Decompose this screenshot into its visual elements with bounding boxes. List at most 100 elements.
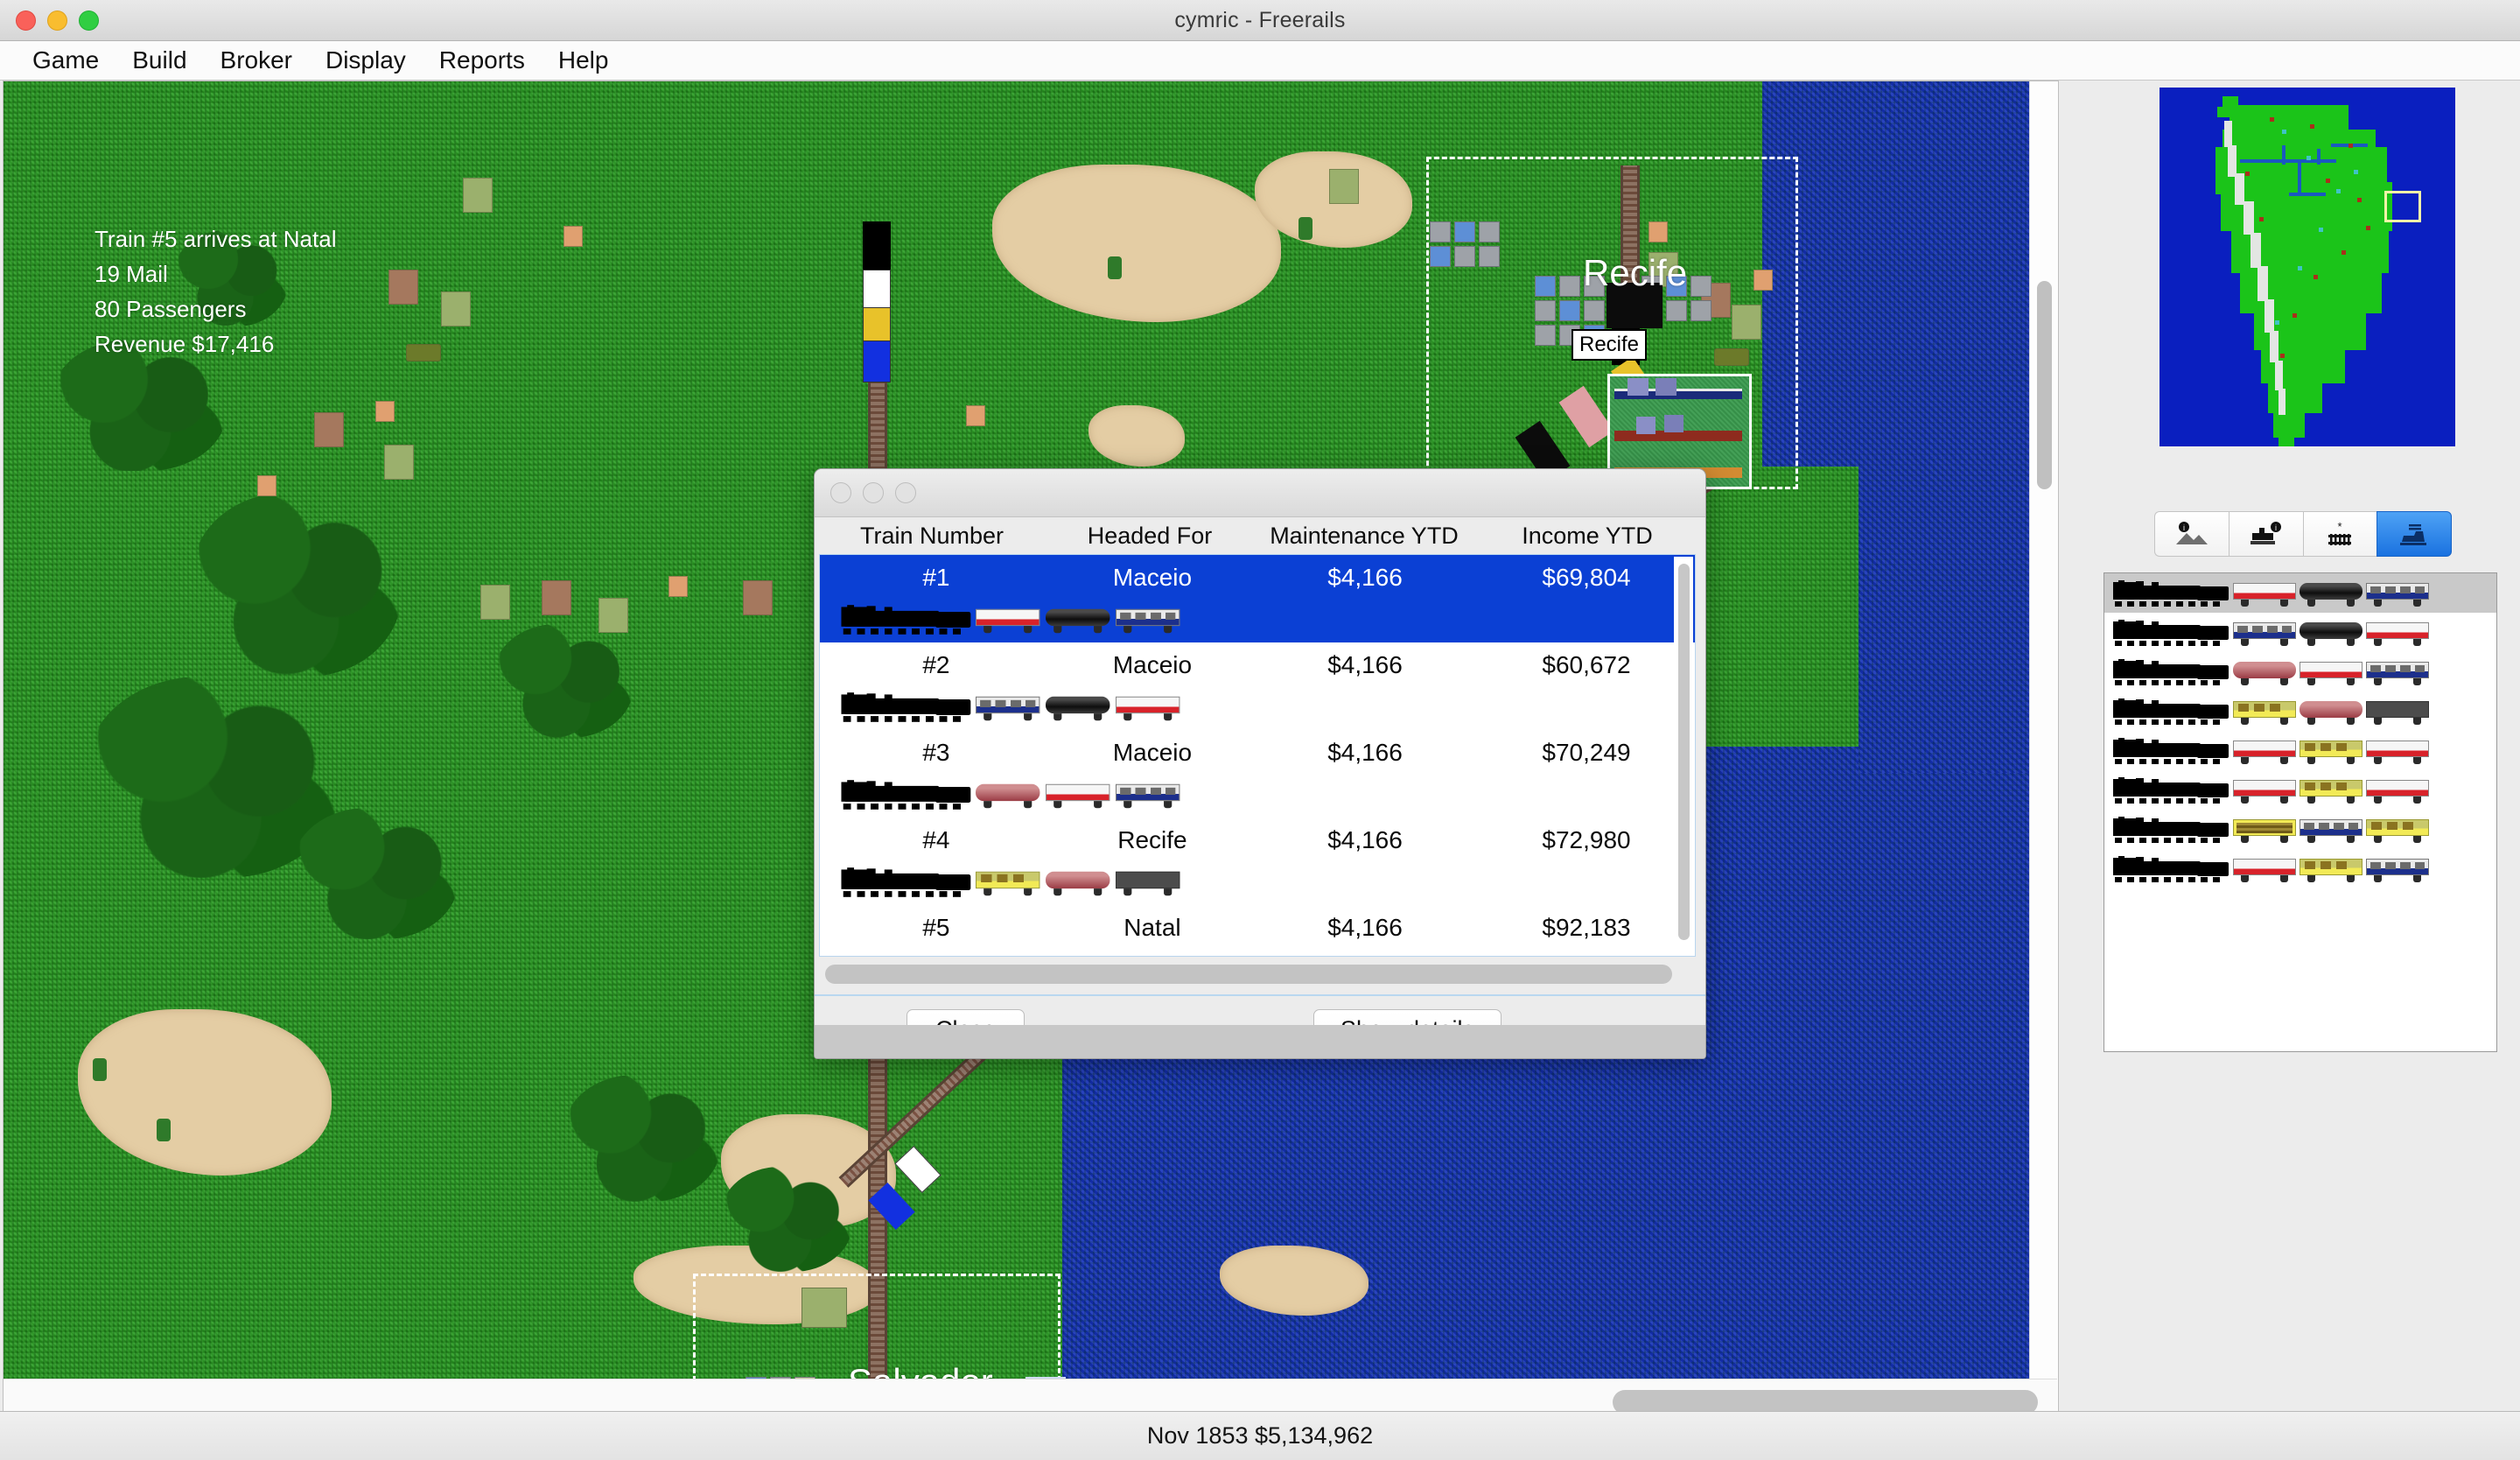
maintenance-ytd-cell: $4,166 xyxy=(1327,564,1403,591)
train-car-white-red xyxy=(2366,738,2429,764)
income-ytd-cell: $92,183 xyxy=(1542,914,1631,941)
table-row[interactable]: #2 Maceio $4,166 $60,672 xyxy=(820,642,1695,730)
table-row[interactable]: #4 Recife $4,166 $72,980 xyxy=(820,818,1695,905)
inset-building-2 xyxy=(1656,378,1676,396)
farm-tile-6 xyxy=(314,412,344,447)
menu-item-help[interactable]: Help xyxy=(542,41,626,80)
train-car-white-red xyxy=(2366,620,2429,646)
table-row-train-sprite xyxy=(820,688,1695,726)
headed-for-cell: Recife xyxy=(1117,826,1187,853)
farm-tile-12 xyxy=(598,598,628,633)
trains-table-vertical-scrollbar[interactable] xyxy=(1674,557,1693,956)
trains-table-header: Train Number Headed For Maintenance YTD … xyxy=(815,517,1705,554)
sidebar-tab-terrain-info[interactable]: i xyxy=(2154,511,2229,557)
train-car-tank-black xyxy=(1046,607,1110,634)
trains-table-horizontal-scrollbar[interactable] xyxy=(822,962,1693,988)
income-ytd-cell: $69,804 xyxy=(1542,564,1631,591)
income-ytd-cell: $70,249 xyxy=(1542,739,1631,766)
column-header-headed-for[interactable]: Headed For xyxy=(1049,523,1250,550)
cactus-icon-1 xyxy=(1108,256,1122,279)
train-number-cell: #5 xyxy=(922,914,950,941)
table-row[interactable]: #1 Maceio $4,166 $69,804 xyxy=(820,555,1695,642)
train-car-white-red xyxy=(976,607,1040,634)
train-car-flat-yellow xyxy=(2300,856,2362,882)
maintenance-ytd-cell: $4,166 xyxy=(1327,914,1403,941)
train-car-flat-yellow xyxy=(2366,817,2429,843)
column-header-income-ytd[interactable]: Income YTD xyxy=(1478,523,1697,550)
inset-building-1 xyxy=(1628,378,1648,396)
trains-table-vertical-scrollbar-thumb[interactable] xyxy=(1678,564,1690,940)
right-sidebar: i i * xyxy=(2100,81,2518,1460)
sidebar-train-row[interactable] xyxy=(2104,573,2496,613)
dialog-maximize-button[interactable] xyxy=(895,482,916,503)
train-car-flat-yellow xyxy=(2300,738,2362,764)
map-vertical-scrollbar-thumb[interactable] xyxy=(2037,281,2052,489)
sidebar-train-row[interactable] xyxy=(2104,691,2496,731)
menu-item-display[interactable]: Display xyxy=(309,41,423,80)
dialog-minimize-button[interactable] xyxy=(863,482,884,503)
table-row[interactable]: #3 Maceio $4,166 $70,249 xyxy=(820,730,1695,818)
sand-patch-west xyxy=(78,1009,332,1176)
trains-table-rows[interactable]: #1 Maceio $4,166 $69,804 #2 Maceio $4,166 $60,6… xyxy=(820,555,1695,956)
train-sprite-south[interactable] xyxy=(894,1145,942,1194)
minimap-viewport-indicator[interactable] xyxy=(2384,191,2421,222)
train-car-tank-black xyxy=(1046,694,1110,721)
column-header-train-number[interactable]: Train Number xyxy=(815,523,1049,550)
train-car-tank-black xyxy=(2300,580,2362,607)
sidebar-train-row[interactable] xyxy=(2104,613,2496,652)
menu-item-build[interactable]: Build xyxy=(116,41,203,80)
overview-minimap[interactable] xyxy=(2160,88,2455,446)
farm-tile-3 xyxy=(388,270,418,305)
minimize-window-button[interactable] xyxy=(47,11,67,31)
cactus-icon-2 xyxy=(1298,217,1312,240)
train-number-cell: #2 xyxy=(922,651,950,678)
sidebar-train-row[interactable] xyxy=(2104,849,2496,888)
menu-item-reports[interactable]: Reports xyxy=(423,41,542,80)
sidebar-train-row[interactable] xyxy=(2104,810,2496,849)
train-car-yellow xyxy=(863,307,891,342)
map-message-line-4: Revenue $17,416 xyxy=(94,331,275,357)
menu-item-game[interactable]: Game xyxy=(16,41,116,80)
station-label-recife[interactable]: Recife xyxy=(1572,329,1648,361)
train-car-flat-yellow xyxy=(976,869,1040,896)
table-row[interactable]: #5 Natal $4,166 $92,183 xyxy=(820,905,1695,956)
sidebar-tab-station-info[interactable]: i xyxy=(2228,511,2303,557)
train-sprite-north[interactable] xyxy=(863,221,891,270)
ocean-northeast xyxy=(1762,81,2055,467)
sidebar-train-row[interactable] xyxy=(2104,731,2496,770)
sidebar-train-row[interactable] xyxy=(2104,770,2496,810)
train-car-flat-yellow xyxy=(2233,698,2296,725)
train-car-pax-blue xyxy=(2233,620,2296,646)
sidebar-locomotive-icon xyxy=(2110,855,2229,882)
sidebar-locomotive-icon xyxy=(2110,776,2229,804)
trains-dialog[interactable]: Train Number Headed For Maintenance YTD … xyxy=(814,468,1706,1059)
city-label-recife: Recife xyxy=(1583,252,1688,293)
farm-tile-11 xyxy=(542,580,571,615)
train-car-white-red xyxy=(1046,782,1110,809)
sidebar-train-list[interactable] xyxy=(2104,572,2497,1052)
dialog-close-button[interactable] xyxy=(830,482,851,503)
farm-tile-1 xyxy=(463,178,493,213)
sidebar-tab-track-info[interactable]: * xyxy=(2302,511,2377,557)
map-message-line-3: 80 Passengers xyxy=(94,296,247,322)
sidebar-tab-train-list[interactable] xyxy=(2376,511,2452,557)
train-car-tank-black xyxy=(2300,620,2362,646)
svg-text:i: i xyxy=(2275,523,2277,532)
column-header-maintenance-ytd[interactable]: Maintenance YTD xyxy=(1250,523,1478,550)
maximize-window-button[interactable] xyxy=(79,11,99,31)
close-window-button[interactable] xyxy=(16,11,36,31)
train-car-white-red xyxy=(2233,580,2296,607)
trains-table-body[interactable]: #1 Maceio $4,166 $69,804 #2 Maceio $4,166 $60,6… xyxy=(819,554,1696,957)
table-row-locomotive-icon xyxy=(837,867,971,897)
statusbar: Nov 1853 $5,134,962 xyxy=(0,1411,2520,1460)
sidebar-train-row[interactable] xyxy=(2104,652,2496,691)
maintenance-ytd-cell: $4,166 xyxy=(1327,739,1403,766)
farm-tile-10 xyxy=(480,585,510,620)
main-content: Recife Recife Train #5 arrives at Natal … xyxy=(0,81,2520,1460)
train-car-gondola-grey xyxy=(2366,698,2429,725)
inset-building-4 xyxy=(1664,415,1684,432)
map-vertical-scrollbar[interactable] xyxy=(2029,81,2058,1379)
menu-item-broker[interactable]: Broker xyxy=(204,41,309,80)
statusbar-date-and-cash: Nov 1853 $5,134,962 xyxy=(1146,1422,1374,1449)
trains-table-horizontal-scrollbar-thumb[interactable] xyxy=(825,965,1672,984)
